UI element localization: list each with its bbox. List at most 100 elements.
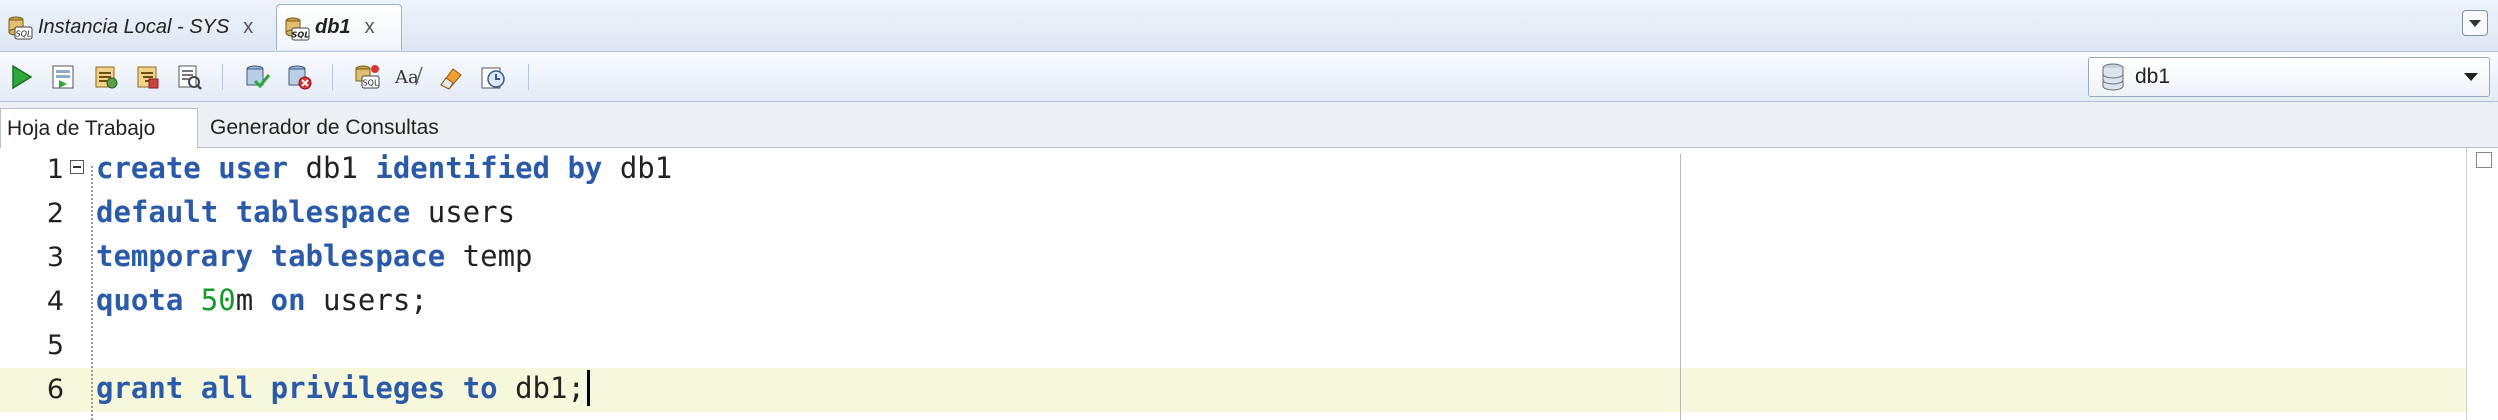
code-text: create user db1 identified by db1	[96, 151, 672, 185]
code-line[interactable]: 2 default tablespace users	[0, 192, 2466, 236]
error-status-indicator	[2476, 152, 2492, 168]
unshared-sql-worksheet-button[interactable]: SQL	[350, 60, 384, 94]
sql-text: temp	[445, 239, 533, 273]
sql-keyword: tablespace	[235, 195, 411, 229]
svg-text:SQL: SQL	[363, 79, 379, 88]
toolbar-separator	[332, 64, 333, 90]
code-text: default tablespace users	[96, 195, 515, 229]
worksheet-subtabs: Hoja de Trabajo Generador de Consultas	[0, 102, 2498, 148]
line-number: 1	[46, 154, 64, 185]
code-text: quota 50m on users;	[96, 283, 428, 317]
code-text: temporary tablespace temp	[96, 239, 533, 273]
sql-history-icon	[481, 67, 505, 89]
rollback-button[interactable]	[282, 60, 316, 94]
tab-list-dropdown-button[interactable]	[2462, 10, 2488, 36]
explain-plan-button[interactable]	[130, 60, 164, 94]
code-text: grant all privileges to db1;	[96, 371, 585, 405]
sql-number: 50	[200, 283, 236, 317]
sql-history-button[interactable]	[476, 60, 510, 94]
sql-tuning-button[interactable]	[172, 60, 206, 94]
code-line[interactable]: 3 temporary tablespace temp	[0, 236, 2466, 280]
line-number: 3	[46, 242, 64, 273]
editor-overview-ruler	[2466, 148, 2498, 420]
line-number: 4	[46, 286, 64, 317]
run-script-icon	[52, 65, 74, 89]
tab-instancia-local-sys[interactable]: SQL Instancia Local - SYS x	[0, 4, 272, 50]
sql-keyword: default	[96, 195, 219, 229]
sql-text: db1	[602, 151, 673, 185]
tab-hoja-de-trabajo[interactable]: Hoja de Trabajo	[0, 108, 198, 148]
run-statement-button[interactable]	[4, 60, 38, 94]
code-line[interactable]: 6 grant all privileges to db1;	[0, 368, 2466, 412]
tab-label: Instancia Local - SYS	[38, 15, 230, 38]
sql-text: users;	[305, 283, 428, 317]
sql-keyword: create	[96, 151, 201, 185]
tab-db1[interactable]: SQL db1 x	[276, 4, 402, 50]
rollback-icon	[288, 65, 312, 90]
line-number: 2	[46, 198, 64, 229]
sql-text: db1	[288, 151, 376, 185]
code-line[interactable]: 1 create user db1 identified by db1	[0, 148, 2466, 192]
fold-collapse-icon[interactable]	[70, 160, 84, 174]
sql-keyword: temporary	[96, 239, 254, 273]
sql-keyword: identified	[375, 151, 550, 185]
commit-icon	[246, 65, 271, 89]
svg-text:SQL: SQL	[292, 30, 310, 39]
autotrace-button[interactable]	[88, 60, 122, 94]
toolbar-separator	[222, 64, 223, 90]
chevron-down-icon	[2464, 73, 2478, 81]
commit-button[interactable]	[240, 60, 274, 94]
run-statement-icon	[12, 64, 33, 90]
unshared-sql-worksheet-icon: SQL	[355, 65, 380, 89]
sql-keyword: grant	[96, 371, 184, 405]
line-number: 5	[46, 330, 64, 361]
toolbar-separator	[528, 64, 529, 90]
connection-selector[interactable]: db1	[2088, 57, 2490, 97]
sql-editor[interactable]: 1 create user db1 identified by db1 2 defau…	[0, 148, 2498, 420]
sql-text: users	[410, 195, 516, 229]
code-line[interactable]: 4 quota 50m on users;	[0, 280, 2466, 324]
svg-text:SQL: SQL	[16, 30, 32, 39]
autotrace-icon	[95, 66, 118, 89]
sql-tuning-icon	[178, 65, 202, 90]
eraser-icon	[440, 68, 462, 90]
to-upper-lower-button[interactable]: Aa	[392, 60, 426, 94]
line-number: 6	[46, 374, 64, 405]
to-upper-lower-icon: Aa	[394, 66, 423, 88]
svg-text:Aa: Aa	[394, 67, 419, 88]
text-caret	[587, 370, 590, 406]
sql-keyword: tablespace	[270, 239, 446, 273]
sql-keyword: by	[567, 151, 603, 185]
sql-keyword: to	[462, 371, 498, 405]
sql-keyword: quota	[96, 283, 184, 317]
clear-button[interactable]	[434, 60, 468, 94]
database-icon	[2102, 63, 2124, 91]
sql-connection-icon: SQL	[285, 17, 310, 40]
worksheet-toolbar: SQL Aa db1	[0, 52, 2498, 102]
connection-label: db1	[2135, 65, 2171, 88]
sql-keyword: all	[200, 371, 254, 405]
sql-keyword: on	[270, 283, 306, 317]
tab-close-button[interactable]: x	[243, 16, 253, 39]
right-margin-line	[1680, 154, 1681, 420]
sql-text: db1;	[497, 371, 585, 405]
explain-plan-icon	[137, 66, 159, 89]
tab-label: db1	[315, 16, 351, 38]
run-script-button[interactable]	[46, 60, 80, 94]
sql-text: m	[235, 283, 271, 317]
sql-keyword: privileges	[270, 371, 446, 405]
sql-connection-icon: SQL	[8, 16, 33, 40]
code-line[interactable]: 5	[0, 324, 2466, 368]
tab-close-button[interactable]: x	[365, 16, 375, 39]
document-tab-strip: SQL Instancia Local - SYS x SQL db1 x	[0, 0, 2498, 52]
fold-guide	[91, 166, 93, 420]
tab-generador-de-consultas[interactable]: Generador de Consultas	[210, 108, 439, 148]
